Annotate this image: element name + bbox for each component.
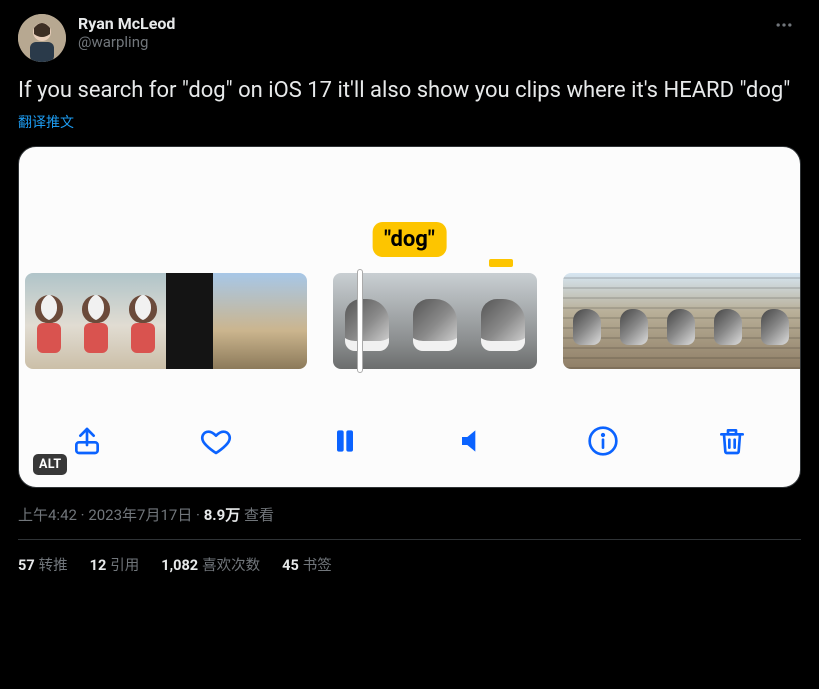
tweet-date[interactable]: 2023年7月17日 <box>88 506 192 524</box>
clip-group[interactable] <box>333 273 537 369</box>
tweet-time[interactable]: 上午4:42 <box>18 506 77 524</box>
search-term-pill: "dog" <box>372 222 447 257</box>
avatar[interactable] <box>18 14 66 62</box>
video-frame <box>610 273 657 369</box>
video-frame <box>72 273 119 369</box>
media-controls <box>67 421 752 461</box>
retweets-stat[interactable]: 57转推 <box>18 554 68 575</box>
tweet-container: Ryan McLeod @warpling If you search for … <box>0 0 819 575</box>
video-frame <box>469 273 537 369</box>
trash-icon[interactable] <box>712 421 752 461</box>
video-frame <box>751 273 798 369</box>
video-frame <box>798 273 801 369</box>
playhead-scrubber[interactable] <box>357 269 363 373</box>
video-frame <box>704 273 751 369</box>
media-card[interactable]: "dog" <box>18 146 801 488</box>
heart-icon[interactable] <box>196 421 236 461</box>
timeline-marker <box>489 259 513 267</box>
video-frame <box>657 273 704 369</box>
likes-stat[interactable]: 1,082喜欢次数 <box>161 554 260 575</box>
alt-badge[interactable]: ALT <box>33 454 67 475</box>
share-icon[interactable] <box>67 421 107 461</box>
translate-link[interactable]: 翻译推文 <box>18 112 74 132</box>
views-label: 查看 <box>244 506 274 524</box>
video-frame <box>166 273 213 369</box>
pause-icon[interactable] <box>325 421 365 461</box>
quotes-stat[interactable]: 12引用 <box>90 554 140 575</box>
video-frame <box>333 273 401 369</box>
clip-group[interactable] <box>563 273 801 369</box>
video-frame <box>401 273 469 369</box>
views-count[interactable]: 8.9万 <box>204 506 241 524</box>
video-frame <box>213 273 260 369</box>
user-block: Ryan McLeod @warpling <box>78 14 767 51</box>
video-frame <box>563 273 610 369</box>
mute-icon[interactable] <box>454 421 494 461</box>
video-frame <box>119 273 166 369</box>
bookmarks-stat[interactable]: 45书签 <box>282 554 332 575</box>
more-options-button[interactable] <box>767 8 801 42</box>
display-name[interactable]: Ryan McLeod <box>78 14 767 33</box>
engagement-row: 57转推 12引用 1,082喜欢次数 45书签 <box>18 540 801 575</box>
tweet-header: Ryan McLeod @warpling <box>18 14 801 62</box>
video-frame <box>260 273 307 369</box>
video-frame <box>25 273 72 369</box>
info-icon[interactable] <box>583 421 623 461</box>
tweet-meta: 上午4:42 · 2023年7月17日 · 8.9万 查看 <box>18 504 801 525</box>
user-handle[interactable]: @warpling <box>78 33 767 51</box>
timeline-strip[interactable] <box>19 273 800 369</box>
tweet-text: If you search for "dog" on iOS 17 it'll … <box>18 76 801 106</box>
clip-group[interactable] <box>25 273 307 369</box>
